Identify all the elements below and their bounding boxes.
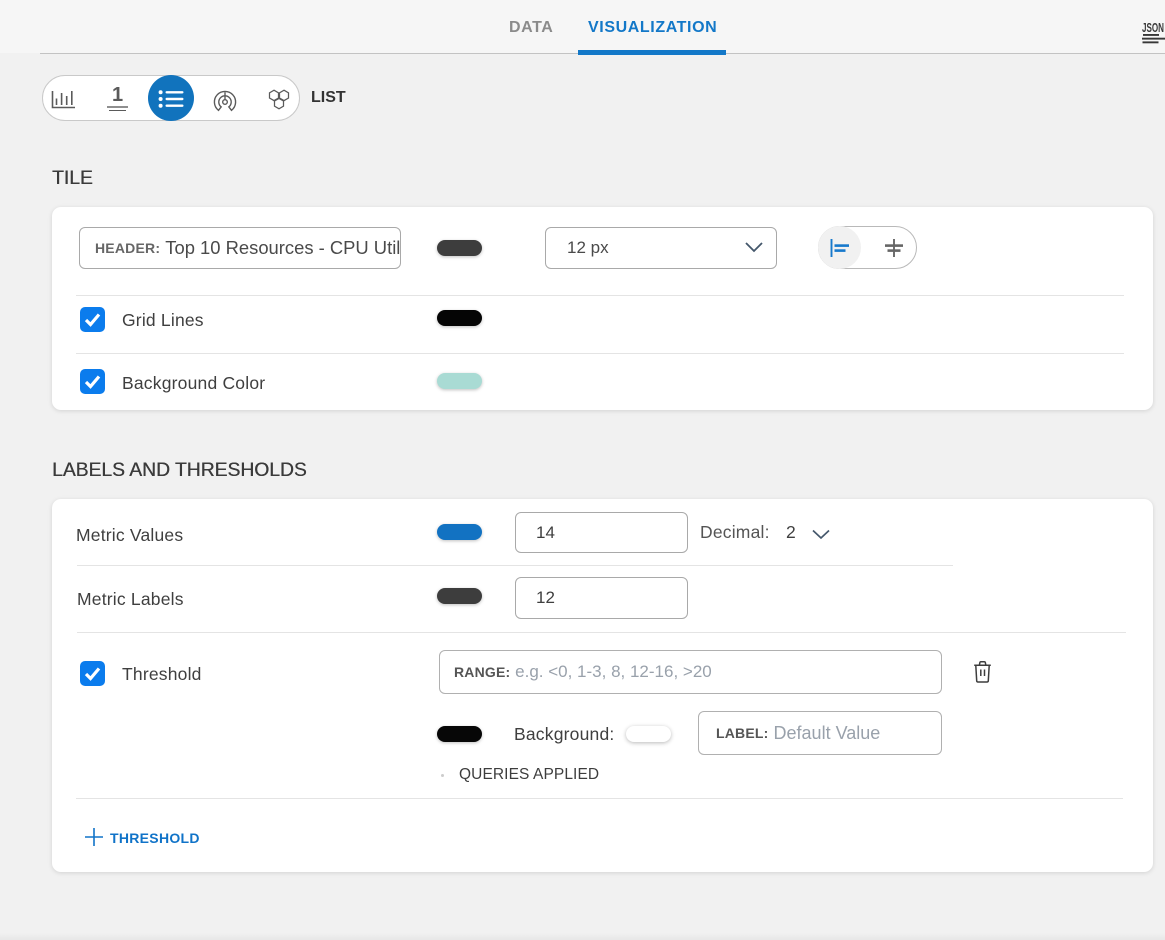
svg-text:JSON: JSON: [1142, 21, 1164, 35]
